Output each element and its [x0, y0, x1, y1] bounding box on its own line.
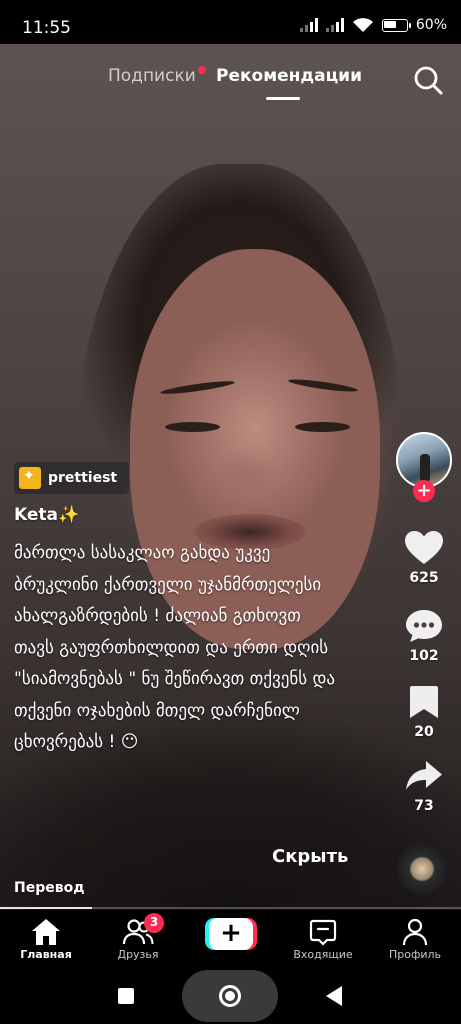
- video-progress-fill: [0, 907, 93, 909]
- follow-plus-icon[interactable]: +: [413, 480, 435, 502]
- effect-label: prettiest: [48, 470, 118, 486]
- signal-icon: [299, 18, 318, 32]
- translate-button[interactable]: Перевод: [14, 880, 85, 896]
- battery-percentage: 60%: [415, 17, 447, 33]
- effect-sticker[interactable]: prettiest: [14, 462, 130, 494]
- music-disc-icon[interactable]: [397, 844, 447, 894]
- tab-following[interactable]: Подписки: [108, 66, 196, 86]
- share-count: 73: [414, 798, 434, 814]
- nav-inbox[interactable]: Входящие: [283, 910, 363, 968]
- following-new-dot: [198, 66, 206, 74]
- inbox-icon: [309, 919, 337, 946]
- nav-friends[interactable]: Друзья: [98, 910, 178, 968]
- hide-caption-button[interactable]: Скрыть: [272, 846, 348, 867]
- status-time: 11:55: [22, 18, 71, 38]
- video-subject-eye-right: [295, 422, 350, 432]
- system-home-icon[interactable]: [219, 985, 241, 1007]
- status-icons: 60%: [299, 17, 447, 33]
- home-icon: [32, 919, 60, 945]
- avatar-figure: [420, 454, 430, 482]
- battery-level-fill: [384, 21, 397, 28]
- comment-button[interactable]: 102: [394, 608, 454, 664]
- heart-icon: [405, 531, 443, 564]
- status-bar: 11:55 60%: [0, 0, 461, 44]
- nav-friends-label: Друзья: [117, 948, 159, 961]
- comment-icon: [406, 610, 442, 642]
- profile-icon: [402, 918, 428, 946]
- video-caption: მართლა სასაკლაო გახდა უკვე ბრუკლინი ქართ…: [14, 543, 336, 752]
- tab-for-you[interactable]: Рекомендации: [216, 66, 362, 86]
- nav-profile-label: Профиль: [388, 948, 442, 961]
- like-button[interactable]: 625: [394, 530, 454, 586]
- share-icon: [406, 761, 442, 790]
- nav-home[interactable]: Главная: [6, 910, 86, 968]
- wifi-icon: [352, 18, 373, 32]
- bottom-nav: Главная Друзья 3 + Входящие Профиль: [0, 910, 461, 968]
- plus-icon: +: [209, 918, 253, 950]
- friends-badge: 3: [144, 913, 164, 933]
- bookmark-count: 20: [414, 724, 434, 740]
- signal-icon-2: [325, 18, 344, 32]
- create-button[interactable]: +: [205, 918, 257, 950]
- search-icon[interactable]: [412, 64, 444, 96]
- video-subject-nose: [215, 444, 275, 504]
- bookmark-icon: [410, 686, 438, 718]
- feed-tabs: Подписки Рекомендации: [0, 66, 461, 100]
- nav-inbox-label: Входящие: [293, 948, 353, 961]
- tab-active-underline: [266, 97, 300, 100]
- sparkle-icon: [19, 467, 41, 489]
- video-progress-bar[interactable]: [0, 907, 461, 909]
- nav-home-label: Главная: [20, 948, 72, 961]
- battery-icon: [381, 18, 411, 32]
- comment-count: 102: [409, 648, 439, 664]
- recents-icon[interactable]: [118, 988, 134, 1004]
- video-subject-eye-left: [165, 422, 220, 432]
- system-nav-bar: [0, 968, 461, 1024]
- share-button[interactable]: 73: [394, 758, 454, 814]
- like-count: 625: [409, 570, 439, 586]
- back-icon[interactable]: [326, 986, 342, 1006]
- bookmark-button[interactable]: 20: [394, 684, 454, 740]
- author-username[interactable]: Keta✨: [14, 505, 79, 525]
- nav-profile[interactable]: Профиль: [375, 910, 455, 968]
